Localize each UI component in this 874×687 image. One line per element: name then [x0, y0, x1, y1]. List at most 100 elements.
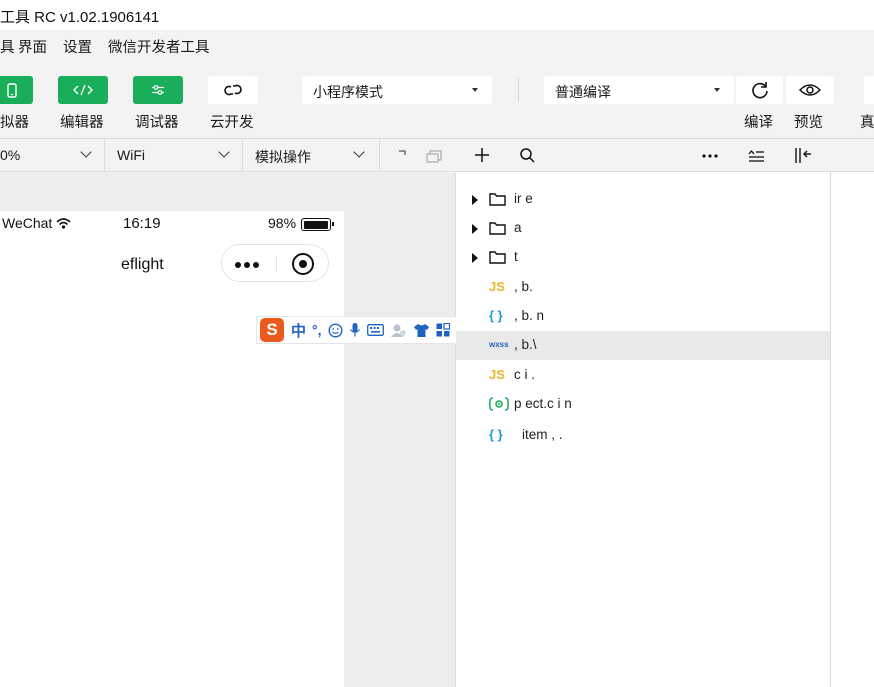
more-options-icon[interactable] — [702, 154, 718, 158]
main-toolbar: 拟器 编辑器 调试器 云开发 小程序模式 普通编译 编译 预览 真 — [0, 60, 874, 139]
mode-select-value: 小程序模式 — [313, 84, 383, 100]
cloud-link-icon — [224, 84, 242, 96]
chevron-down-icon — [218, 146, 230, 158]
toolbox-grid-icon[interactable] — [436, 323, 450, 337]
js-file-icon: JS — [489, 279, 505, 294]
file-explorer-panel: ir e a t JS , b. { } , b. n wxss , b.\ J… — [456, 139, 831, 687]
editor-area — [831, 139, 874, 687]
simulator-label: 拟器 — [0, 115, 29, 131]
simulator-area: WeChat 16:19 98% eflight — [0, 173, 456, 687]
tree-file-row-selected[interactable]: wxss , b.\ — [456, 331, 830, 360]
chevron-down-icon — [353, 146, 365, 158]
zoom-select[interactable]: 0% — [0, 139, 105, 172]
cloud-dev-label: 云开发 — [210, 115, 254, 131]
folder-icon — [489, 251, 506, 264]
tree-file-row[interactable]: { } , b. n — [456, 302, 830, 331]
tree-item-label: ir e — [514, 191, 533, 206]
menu-item-devtools[interactable]: 微信开发者工具 — [108, 36, 210, 57]
ime-mode-toggle[interactable]: 中 — [291, 320, 306, 341]
simulate-action-select[interactable]: 模拟操作 — [243, 139, 380, 172]
chevron-down-icon — [80, 146, 92, 158]
tree-item-label: , b.\ — [514, 337, 537, 352]
network-select[interactable]: WiFi — [105, 139, 243, 172]
editor-tab-bar — [831, 139, 874, 172]
toolbar-divider — [518, 78, 519, 102]
preview-button[interactable] — [786, 76, 834, 104]
add-icon[interactable] — [475, 148, 489, 162]
ime-punctuation-toggle[interactable]: °, — [312, 322, 322, 338]
tree-file-row[interactable]: { } item , . — [456, 421, 830, 450]
battery-percent: 98% — [268, 215, 297, 231]
close-capsule-icon[interactable] — [292, 253, 314, 275]
detach-window-icon[interactable] — [426, 149, 442, 163]
user-skin-icon[interactable] — [390, 323, 407, 338]
wifi-icon — [56, 218, 71, 229]
network-value: WiFi — [117, 147, 145, 163]
rotate-icon[interactable] — [397, 149, 407, 161]
battery-icon — [301, 218, 334, 231]
eye-icon — [798, 84, 822, 96]
tree-file-row[interactable]: JS c i . — [456, 361, 830, 390]
status-time: 16:19 — [123, 215, 161, 232]
json-file-icon: { } — [489, 308, 503, 323]
tree-item-label: c i . — [514, 367, 536, 382]
editor-toggle-button[interactable] — [58, 76, 108, 104]
compile-label: 编译 — [744, 115, 773, 131]
tree-folder-row[interactable]: ir e — [456, 185, 830, 214]
compile-select-value: 普通编译 — [555, 84, 611, 100]
folder-icon — [489, 193, 506, 206]
microphone-icon[interactable] — [349, 322, 361, 338]
phone-screen: WeChat 16:19 98% eflight — [0, 211, 344, 687]
tree-folder-row[interactable]: t — [456, 243, 830, 272]
expand-arrow-icon[interactable] — [472, 253, 478, 263]
tree-item-label: p ect.c i n — [514, 396, 572, 411]
menu-item-tools[interactable]: 具 — [0, 36, 15, 57]
search-icon[interactable] — [520, 148, 535, 163]
caret-down-icon — [714, 88, 720, 92]
expand-arrow-icon[interactable] — [472, 224, 478, 234]
caret-down-icon — [472, 88, 478, 92]
config-file-icon — [489, 397, 509, 411]
tshirt-skin-icon[interactable] — [413, 323, 430, 338]
menu-item-settings[interactable]: 设置 — [63, 36, 92, 57]
expand-arrow-icon[interactable] — [472, 195, 478, 205]
tree-item-label: t — [514, 249, 518, 264]
js-file-icon: JS — [489, 367, 505, 382]
folder-icon — [489, 222, 506, 235]
ime-toolbar: S 中 °, — [256, 316, 464, 344]
tree-folder-row[interactable]: a — [456, 214, 830, 243]
keyboard-icon[interactable] — [366, 324, 384, 336]
simulate-action-value: 模拟操作 — [255, 149, 311, 165]
code-icon — [73, 84, 93, 96]
explorer-toolbar — [456, 139, 831, 172]
tree-file-row[interactable]: p ect.c i n — [456, 390, 830, 419]
compile-button[interactable] — [736, 76, 783, 104]
collapse-all-icon[interactable] — [748, 149, 765, 162]
emoji-icon[interactable] — [328, 322, 343, 338]
phone-icon — [6, 82, 17, 98]
compile-select[interactable]: 普通编译 — [544, 76, 734, 104]
debugger-toggle-button[interactable] — [133, 76, 183, 104]
menu-item-interface[interactable]: 界面 — [18, 36, 47, 57]
json-file-icon: { } — [489, 427, 503, 442]
sogou-logo-icon[interactable]: S — [260, 318, 284, 342]
sliders-icon — [152, 85, 164, 95]
carrier-label: WeChat — [2, 215, 71, 231]
tree-item-label: , b. n — [514, 308, 545, 323]
wxss-file-icon: wxss — [489, 340, 509, 349]
real-device-label: 真 — [860, 115, 874, 131]
capsule-menu — [221, 244, 329, 282]
tree-item-label: a — [514, 220, 522, 235]
title-bar: 工具 RC v1.02.1906141 — [0, 0, 874, 30]
collapse-panel-icon[interactable] — [794, 147, 812, 164]
refresh-icon — [751, 82, 768, 99]
mode-select[interactable]: 小程序模式 — [302, 76, 492, 104]
menu-bar: 具 界面 设置 微信开发者工具 — [0, 30, 874, 60]
preview-label: 预览 — [794, 115, 823, 131]
simulator-toggle-button[interactable] — [0, 76, 33, 104]
cloud-dev-button[interactable] — [208, 76, 258, 104]
real-device-debug-button[interactable] — [864, 76, 874, 104]
tree-file-row[interactable]: JS , b. — [456, 273, 830, 302]
editor-label: 编辑器 — [60, 115, 104, 131]
window-title: 工具 RC v1.02.1906141 — [0, 9, 160, 26]
